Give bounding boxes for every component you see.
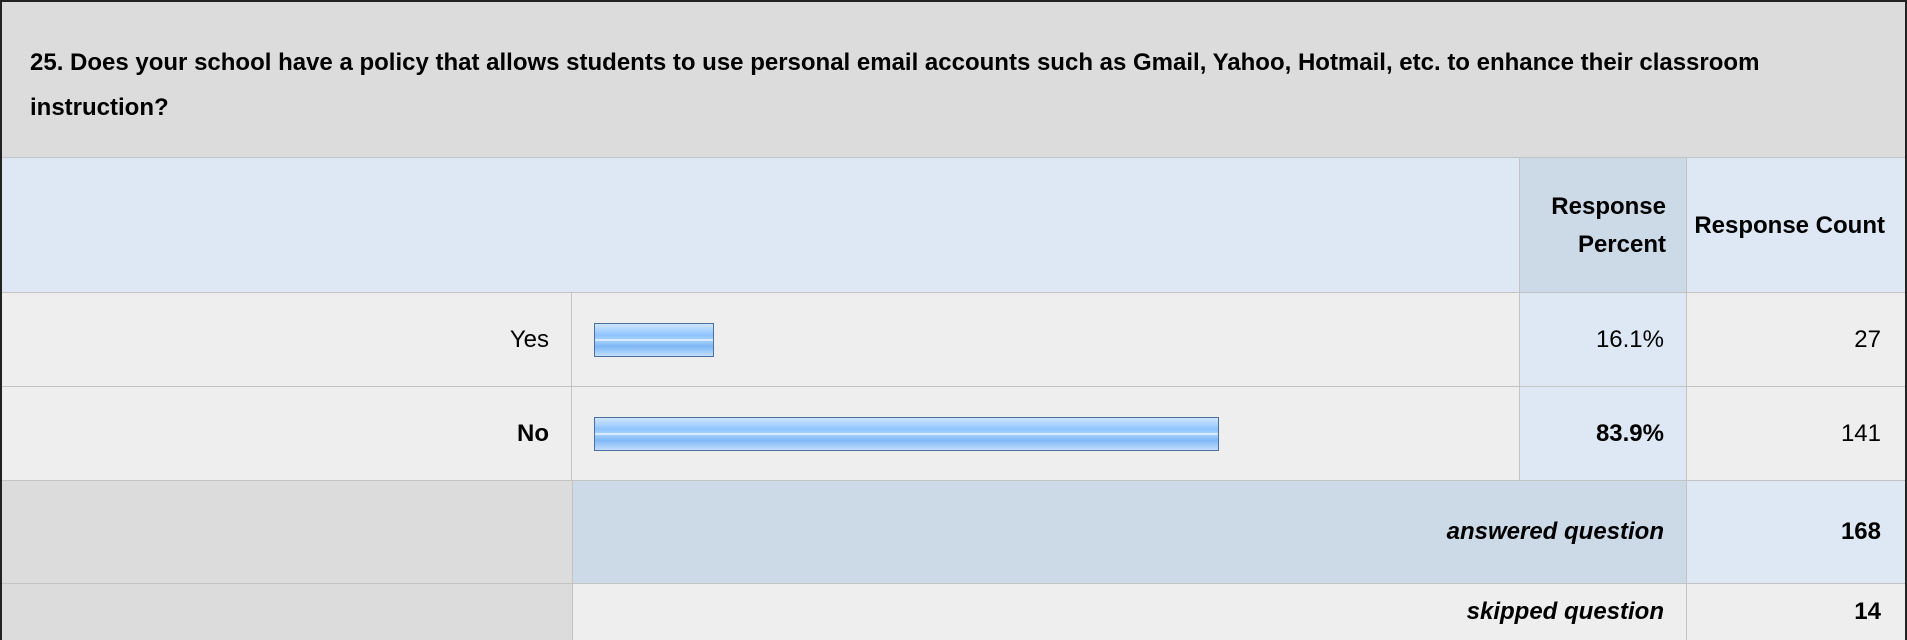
answered-question-count: 168: [1686, 481, 1905, 583]
bar-no: [594, 417, 1219, 451]
answer-label-no: No: [2, 387, 572, 480]
bar-area-no: [573, 387, 1519, 480]
response-count-no: 141: [1686, 387, 1905, 480]
table-row: No 83.9% 141: [2, 386, 1905, 480]
table-row: Yes 16.1% 27: [2, 292, 1905, 386]
response-percent-no: 83.9%: [1519, 387, 1686, 480]
answer-label-yes: Yes: [2, 293, 572, 386]
bar-area-yes: [573, 293, 1519, 386]
answered-question-label: answered question: [573, 481, 1686, 583]
table-header-row: Response Percent Response Count: [2, 157, 1905, 293]
summary-spacer: [2, 584, 573, 640]
response-count-header: Response Count: [1686, 158, 1905, 293]
survey-question-panel: 25. Does your school have a policy that …: [0, 0, 1907, 640]
bar-yes: [594, 323, 714, 357]
response-count-yes: 27: [1686, 293, 1905, 386]
answered-question-row: answered question 168: [2, 480, 1905, 583]
skipped-question-count: 14: [1686, 584, 1905, 640]
response-percent-header: Response Percent: [1519, 158, 1686, 293]
response-percent-yes: 16.1%: [1519, 293, 1686, 386]
skipped-question-row: skipped question 14: [2, 583, 1905, 640]
summary-spacer: [2, 481, 573, 583]
skipped-question-label: skipped question: [573, 584, 1686, 640]
question-title: 25. Does your school have a policy that …: [2, 2, 1905, 157]
